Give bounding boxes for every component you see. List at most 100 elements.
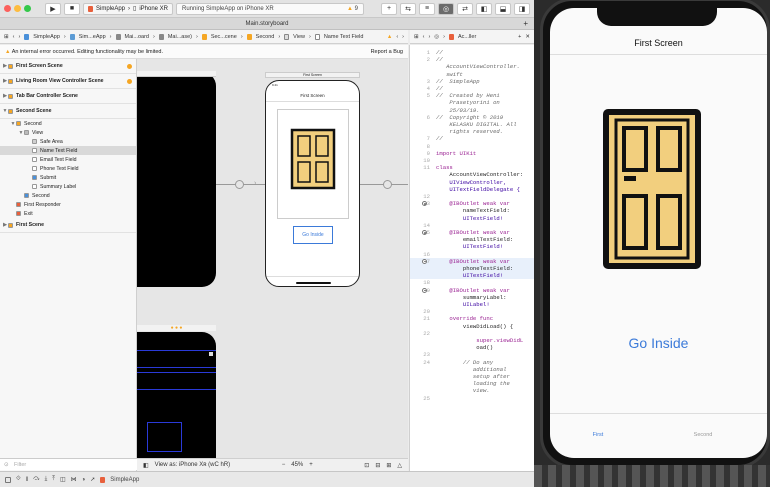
outline-row[interactable]: Safe Area <box>0 137 136 146</box>
navigator-toggle[interactable]: ◧ <box>476 2 492 15</box>
update-frames-icon[interactable]: ⊡ <box>364 462 369 469</box>
outline-row[interactable]: ▶ First Scene <box>0 218 136 233</box>
standard-editor-button[interactable]: ≡ <box>419 2 435 15</box>
simulator-screen[interactable]: First Screen Go Inside First Second <box>550 8 767 458</box>
view-as-label[interactable]: View as: iPhone Xʀ (wC hR) <box>155 462 231 468</box>
version-editor-button[interactable]: ⇄ <box>457 2 473 15</box>
step-in-icon[interactable]: ⤓ <box>45 476 48 483</box>
second-scene-preview[interactable] <box>137 332 216 471</box>
chevron-right-icon: › <box>308 33 311 40</box>
pause-icon[interactable]: ‖ <box>26 477 28 483</box>
forward-icon[interactable]: › <box>428 34 430 40</box>
memory-graph-icon[interactable]: ⋈ <box>71 476 77 483</box>
outline-row[interactable]: Summary Label <box>0 182 136 191</box>
outline-row[interactable]: ▼ View <box>0 128 136 137</box>
outline-row-label: Second <box>24 120 42 127</box>
tab-second[interactable]: Second <box>683 432 723 438</box>
segue-icon[interactable] <box>235 180 244 189</box>
inspector-toggle[interactable]: ◨ <box>514 2 530 15</box>
jump-item[interactable]: View <box>293 34 305 40</box>
outline-row[interactable]: Email Text Field <box>0 155 136 164</box>
environment-icon[interactable]: ◑ <box>82 477 86 483</box>
add-tab-icon[interactable]: + <box>523 18 528 30</box>
code-line: 11 class <box>410 164 534 171</box>
view-debugger-icon[interactable]: ◫ <box>60 476 66 483</box>
selection-handle[interactable] <box>209 352 213 356</box>
scene-icon <box>8 93 13 99</box>
outlet-connection-icon[interactable] <box>422 287 427 293</box>
outline-row[interactable]: ▼ Second Scene <box>0 104 136 119</box>
outline-row[interactable]: Phone Text Field <box>0 164 136 173</box>
pin-icon[interactable]: ⊞ <box>386 462 391 469</box>
forward-icon[interactable]: › <box>402 34 404 40</box>
jump-item[interactable]: Second <box>256 34 275 40</box>
code-text: @IBOutlet weak var <box>436 200 510 208</box>
hide-debug-icon[interactable] <box>5 476 11 483</box>
segue-icon[interactable] <box>383 180 392 189</box>
code-editor[interactable]: 1 // 2 // AccountViewController. swift 3 // S… <box>409 45 534 471</box>
jump-item[interactable]: Name Text Field <box>324 34 364 40</box>
zoom-window-button[interactable] <box>24 5 31 12</box>
preview-go-inside-button[interactable]: Go Inside <box>293 226 333 244</box>
assistant-editor-button[interactable]: ◎ <box>438 2 454 15</box>
location-icon[interactable]: ➚ <box>90 476 95 483</box>
jump-item[interactable]: Sim...eApp <box>79 34 106 40</box>
add-editor-icon[interactable]: + <box>518 34 521 40</box>
scene-phone-preview[interactable]: 9:41 First Screen Go Inside <box>265 80 360 287</box>
assistant-file-label[interactable]: Ac...ller <box>458 34 476 40</box>
outline-row[interactable]: ▼ Second <box>0 119 136 128</box>
jump-item[interactable]: SimpleApp <box>33 34 60 40</box>
warning-icon[interactable] <box>127 63 132 69</box>
back-icon[interactable]: ‹ <box>423 34 425 40</box>
jump-item[interactable]: Mai...oard <box>125 34 149 40</box>
jump-item[interactable]: Sec...cene <box>211 34 237 40</box>
outline-filter-field[interactable]: ⊙ Filter <box>0 458 137 470</box>
sidebar-toggle-icon[interactable]: ◧ <box>143 462 149 469</box>
back-icon[interactable]: ‹ <box>13 34 15 40</box>
code-text: AccountViewController. <box>436 63 520 71</box>
warning-icon[interactable]: ▲ <box>387 34 392 40</box>
go-inside-button[interactable]: Go Inside <box>550 335 767 351</box>
outline-row[interactable]: ▶ First Screen Scene <box>0 59 136 74</box>
breakpoint-icon[interactable]: ⟐ <box>16 476 21 483</box>
warning-icon[interactable] <box>127 78 132 84</box>
code-review-button[interactable]: ⇆ <box>400 2 416 15</box>
resolve-icon[interactable]: △ <box>397 462 402 469</box>
close-editor-icon[interactable]: ✕ <box>525 34 530 40</box>
outline-row[interactable]: Exit <box>0 209 136 218</box>
related-items-icon[interactable]: ⊞ <box>4 34 9 40</box>
tab-main-storyboard[interactable]: Main.storyboard <box>245 21 288 27</box>
align-icon[interactable]: ⊟ <box>375 462 380 469</box>
library-button[interactable]: + <box>381 2 397 15</box>
process-label[interactable]: SimpleApp <box>110 477 139 483</box>
stop-button[interactable]: ■ <box>64 2 80 15</box>
scene-thumbnail[interactable] <box>137 72 216 287</box>
close-window-button[interactable] <box>4 5 11 12</box>
zoom-in-icon[interactable]: + <box>309 462 313 468</box>
rings-icon[interactable]: ◎ <box>434 34 439 40</box>
outline-row[interactable]: Name Text Field <box>0 146 136 155</box>
related-items-icon[interactable]: ⊞ <box>414 34 419 40</box>
storyboard-canvas[interactable]: › First Screen 9:41 First Screen Go Insi… <box>137 59 408 471</box>
zoom-out-icon[interactable]: − <box>282 462 286 468</box>
step-over-icon[interactable]: ⤼ <box>33 476 39 483</box>
back-icon[interactable]: ‹ <box>396 34 398 40</box>
outline-row[interactable]: ▶ Living Room View Controller Scene <box>0 74 136 89</box>
outline-row[interactable]: Second <box>0 191 136 200</box>
tab-first[interactable]: First <box>578 432 618 438</box>
report-bug-link[interactable]: Report a Bug <box>371 49 403 55</box>
forward-icon[interactable]: › <box>18 34 20 40</box>
outlet-connection-icon[interactable] <box>422 258 427 264</box>
run-button[interactable]: ▶ <box>45 2 61 15</box>
debug-toggle[interactable]: ⬓ <box>495 2 511 15</box>
minimize-window-button[interactable] <box>14 5 21 12</box>
label-icon <box>32 184 37 189</box>
jump-item[interactable]: Mai...ase) <box>168 34 192 40</box>
scheme-selector[interactable]: SimpleApp › ▯ iPhone XR <box>83 2 174 15</box>
step-out-icon[interactable]: ⤒ <box>52 476 55 483</box>
outline-row[interactable]: ▶ Tab Bar Controller Scene <box>0 89 136 104</box>
warning-badge[interactable]: ▲ 9 <box>347 6 358 12</box>
outlet-connection-icon[interactable] <box>422 230 427 235</box>
outline-row[interactable]: Submit <box>0 173 136 182</box>
outline-row[interactable]: First Responder <box>0 200 136 209</box>
